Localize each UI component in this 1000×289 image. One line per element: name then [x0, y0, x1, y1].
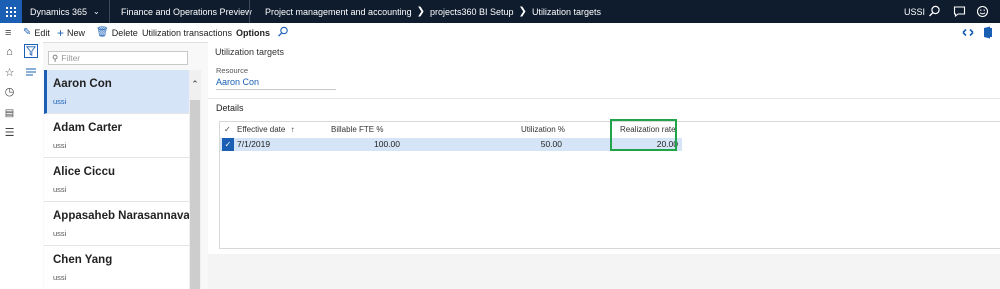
list-item-company: ussi — [53, 185, 67, 194]
chevron-right-icon: ❯ — [416, 6, 425, 17]
list-item-company: ussi — [53, 141, 67, 150]
resource-label: Resource — [216, 66, 249, 75]
delete-button[interactable]: 🗑 Delete — [96, 23, 138, 42]
breadcrumb-item-module[interactable]: Project management and accounting — [265, 7, 412, 17]
list-item-name: Aaron Con — [53, 78, 112, 90]
office-icon[interactable] — [983, 26, 993, 39]
plus-icon: + — [57, 25, 65, 40]
column-header-effective-date[interactable]: Effective date ↑ — [237, 125, 295, 134]
column-header-utilization[interactable]: Utilization % — [521, 125, 565, 134]
utilization-transactions-button[interactable]: Utilization transactions — [142, 23, 232, 42]
connector-icon[interactable] — [962, 27, 974, 38]
details-pane: Utilization targets Resource Aaron Con D… — [208, 42, 1000, 254]
list-view-icon[interactable] — [24, 66, 38, 78]
hamburger-icon: ≡ — [5, 26, 12, 39]
navigation-rail: ⌂ ☆ ◷ ▤ ☰ — [0, 42, 21, 289]
list-item[interactable]: Appasaheb Narasannavar ussi — [44, 202, 189, 246]
pane-footer-area — [208, 254, 1000, 289]
waffle-icon — [6, 6, 16, 17]
filter-input[interactable]: ⚲ Filter — [48, 51, 188, 65]
hamburger-menu-button[interactable]: ≡ — [5, 23, 11, 42]
cell-effective-date[interactable]: 7/1/2019 — [237, 139, 270, 149]
top-navigation-bar: Dynamics 365 ⌄ Finance and Operations Pr… — [0, 0, 1000, 23]
message-icon[interactable] — [953, 5, 966, 18]
filter-placeholder: Filter — [61, 53, 81, 63]
new-label: New — [67, 27, 86, 38]
list-item[interactable]: Aaron Con ussi — [44, 70, 189, 114]
app-name-menu[interactable]: Dynamics 365 ⌄ — [30, 0, 100, 23]
new-button[interactable]: + New — [57, 23, 85, 42]
chevron-down-icon: ⌄ — [93, 7, 100, 16]
action-pane: ≡ ✎ Edit + New 🗑 Delete Utilization tran… — [0, 23, 1000, 43]
list-item-company: ussi — [53, 229, 67, 238]
chevron-up-icon[interactable]: ⌃ — [189, 79, 201, 90]
list-item[interactable]: Adam Carter ussi — [44, 114, 189, 158]
resource-field[interactable]: Aaron Con — [216, 77, 336, 90]
scroll-thumb[interactable] — [190, 100, 200, 289]
page-title: Utilization targets — [215, 47, 285, 57]
list-item-company: ussi — [53, 273, 67, 282]
resource-list: Aaron Con ussi Adam Carter ussi Alice Ci… — [44, 70, 189, 289]
list-item-company: ussi — [53, 97, 67, 106]
breadcrumb-item-page[interactable]: Utilization targets — [532, 7, 601, 17]
search-icon: ⚲ — [52, 52, 59, 63]
list-item-name: Chen Yang — [53, 254, 113, 266]
recent-clock-icon[interactable]: ◷ — [3, 86, 16, 99]
list-item[interactable]: Alice Ciccu ussi — [44, 158, 189, 202]
breadcrumb: Project management and accounting ❯ proj… — [265, 0, 601, 23]
column-header-billable-fte[interactable]: Billable FTE % — [331, 125, 383, 134]
sort-ascending-icon: ↑ — [290, 125, 295, 134]
delete-label: Delete — [111, 27, 138, 38]
options-tab[interactable]: Options — [236, 23, 270, 42]
filter-toggle-button[interactable] — [24, 44, 38, 58]
feedback-smiley-icon[interactable] — [976, 5, 989, 18]
edit-button[interactable]: ✎ Edit — [23, 23, 50, 42]
trash-icon: 🗑 — [96, 27, 109, 38]
list-item[interactable]: Chen Yang ussi — [44, 246, 189, 289]
pencil-icon: ✎ — [23, 27, 32, 38]
cell-utilization[interactable]: 50.00 — [522, 139, 562, 149]
modules-list-icon[interactable]: ☰ — [3, 127, 16, 140]
breadcrumb-item-setup[interactable]: projects360 BI Setup — [430, 7, 514, 17]
app-name: Dynamics 365 — [30, 6, 88, 17]
search-icon[interactable] — [277, 26, 289, 38]
highlight-box — [610, 119, 677, 151]
edit-label: Edit — [34, 27, 50, 38]
list-scrollbar[interactable]: ⌃ — [189, 70, 201, 289]
search-icon[interactable] — [928, 5, 941, 18]
details-section-header[interactable]: Details — [216, 103, 244, 113]
funnel-icon — [26, 46, 36, 56]
list-item-name: Adam Carter — [53, 122, 123, 134]
environment-name: Finance and Operations Preview — [121, 6, 252, 17]
list-item-name: Alice Ciccu — [53, 166, 115, 178]
divider — [208, 98, 1000, 99]
chevron-right-icon: ❯ — [518, 6, 527, 17]
row-checkbox[interactable]: ✓ — [222, 138, 234, 151]
workspaces-icon[interactable]: ▤ — [3, 107, 16, 120]
list-tools — [20, 42, 43, 289]
home-icon[interactable]: ⌂ — [3, 46, 16, 59]
app-launcher-button[interactable] — [0, 0, 22, 23]
company-picker[interactable]: USSI — [904, 0, 925, 23]
select-all-checkbox[interactable]: ✓ — [224, 125, 231, 134]
cell-billable-fte[interactable]: 100.00 — [360, 139, 400, 149]
list-item-name: Appasaheb Narasannavar — [53, 210, 189, 222]
favorites-star-icon[interactable]: ☆ — [3, 67, 16, 80]
